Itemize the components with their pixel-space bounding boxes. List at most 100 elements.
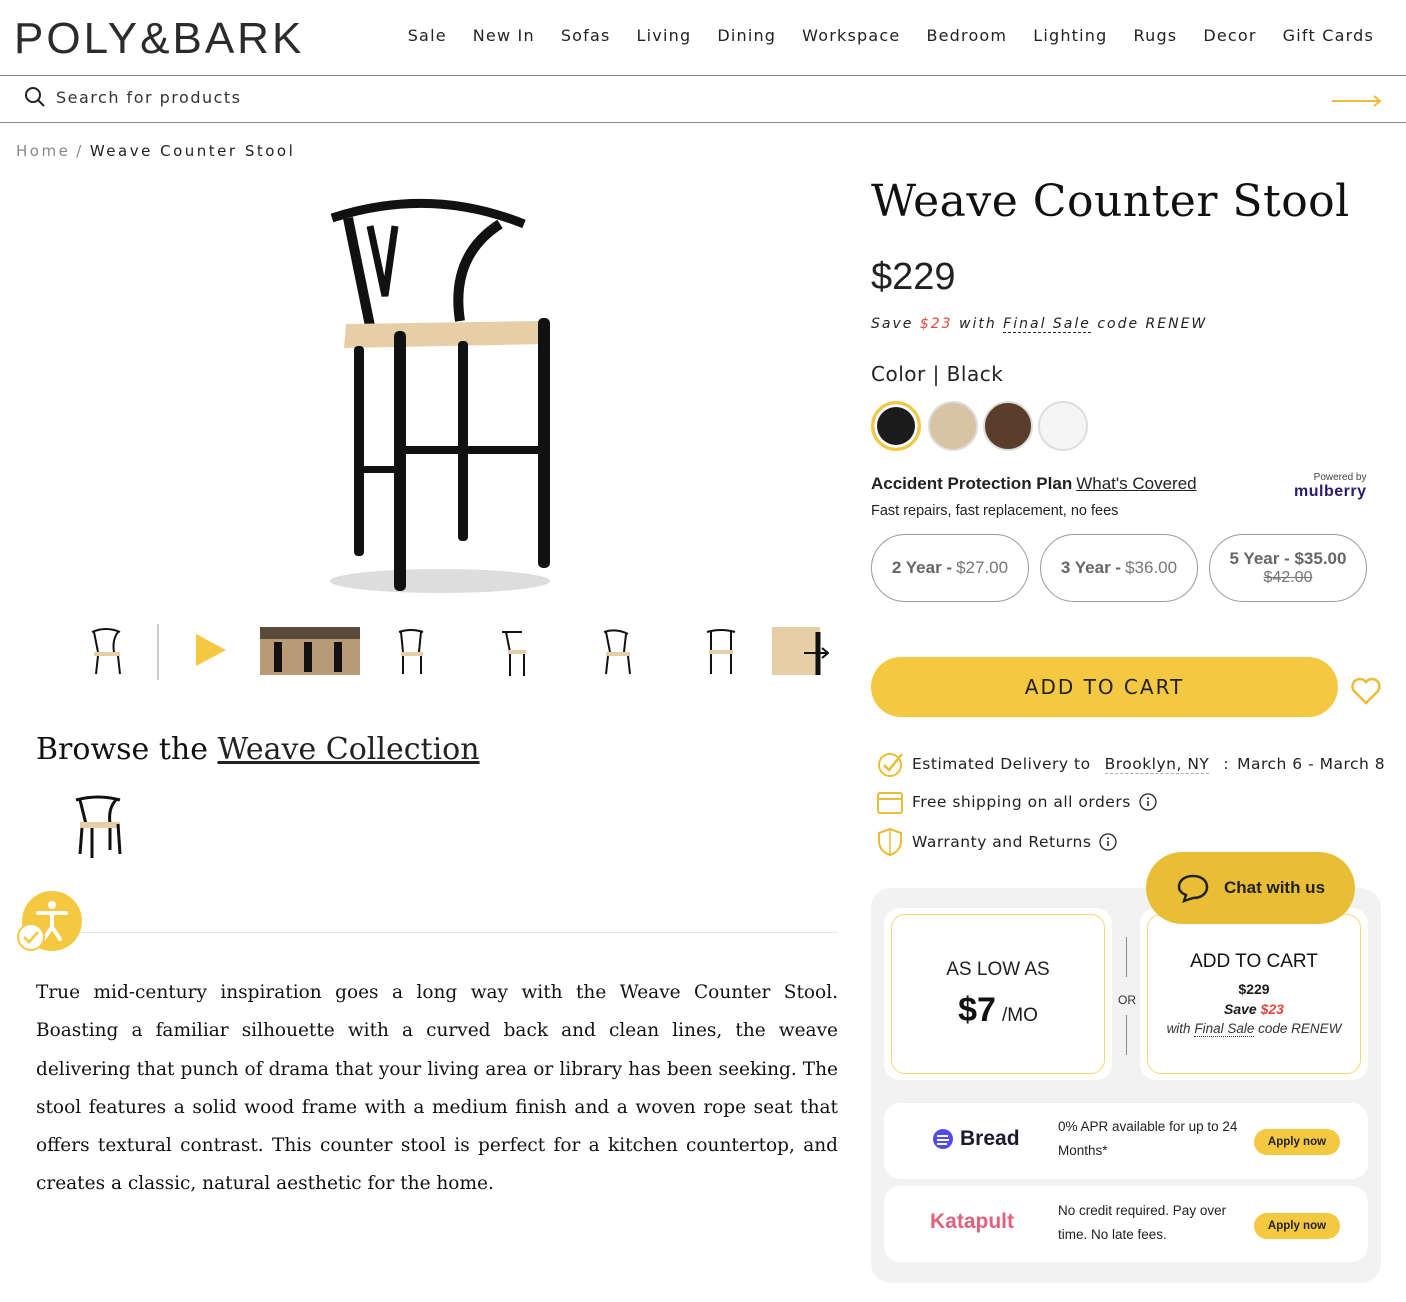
delivery-location[interactable]: Brooklyn, NY (1104, 755, 1210, 774)
nav-rugs[interactable]: Rugs (1134, 26, 1178, 45)
nav-workspace[interactable]: Workspace (802, 26, 900, 45)
color-label: Color | Black (871, 362, 1004, 386)
katapult-text: No credit required. Pay over time. No la… (1058, 1203, 1227, 1242)
thumbnail-angle-2[interactable] (603, 629, 631, 675)
protection-plan-option[interactable]: 2 Year - $27.00 (871, 534, 1029, 602)
natural-swatch[interactable] (928, 401, 978, 451)
chat-label: Chat with us (1223, 878, 1326, 897)
plan-term: 5 Year - $35.00 (1229, 549, 1347, 568)
promo-amount: $23 (919, 316, 953, 332)
box-icon (877, 792, 903, 814)
browse-prefix: Browse the (36, 732, 208, 767)
delivery-colon: : (1223, 755, 1230, 773)
search-bar[interactable]: Search for products (24, 86, 242, 108)
brand-logo[interactable]: POLY&BARK (14, 14, 304, 64)
protection-subtitle: Fast repairs, fast replacement, no fees (871, 503, 1119, 519)
nav-sale[interactable]: Sale (408, 26, 447, 45)
chat-bubble-icon (1177, 874, 1209, 903)
plan-price: $27.00 (956, 558, 1009, 577)
whats-covered-link[interactable]: What's Covered (1076, 474, 1196, 493)
bread-name: Bread (960, 1127, 1020, 1150)
add-to-cart-button[interactable]: ADD TO CART (871, 657, 1338, 717)
walnut-swatch[interactable] (983, 401, 1033, 451)
search-divider (0, 122, 1406, 123)
nav-living[interactable]: Living (637, 26, 692, 45)
thumbnail-front[interactable] (91, 628, 121, 675)
thumbnail-strip-graphic (91, 624, 830, 680)
nav-decor[interactable]: Decor (1203, 26, 1256, 45)
search-icon (25, 87, 45, 107)
delivery-estimate: Estimated Delivery to Brooklyn, NY: March … (876, 750, 1385, 778)
finance-atc-price: $229 (1238, 981, 1270, 997)
promo-code-link[interactable]: Final Sale (1003, 316, 1091, 333)
finance-save: Save $23 (1148, 1001, 1360, 1017)
promo-suffix: code RENEW (1097, 316, 1208, 332)
verified-check-icon (17, 923, 45, 951)
nav-sofas[interactable]: Sofas (561, 26, 611, 45)
delivery-dates: March 6 - March 8 (1237, 755, 1386, 773)
nav-gift-cards[interactable]: Gift Cards (1283, 26, 1374, 45)
breadcrumb-current: Weave Counter Stool (89, 142, 296, 160)
thumbnail-strip (84, 622, 830, 686)
protection-plan-option[interactable]: 3 Year - $36.00 (1040, 534, 1198, 602)
plan-term: 2 Year - (891, 558, 953, 577)
collection-item-thumbnail[interactable] (72, 794, 126, 860)
product-image[interactable] (310, 196, 570, 600)
white-swatch[interactable] (1038, 401, 1088, 451)
mulberry-wordmark: mulberry (1294, 483, 1367, 500)
play-video-icon[interactable] (196, 634, 226, 666)
section-divider (36, 932, 838, 933)
product-title: Weave Counter Stool (871, 176, 1350, 227)
nav-new-in[interactable]: New In (473, 26, 535, 45)
wishlist-heart-icon[interactable] (1350, 676, 1382, 706)
thumbnail-side[interactable] (502, 631, 526, 676)
info-icon[interactable] (1099, 833, 1118, 851)
chat-button[interactable]: Chat with us (1146, 852, 1355, 924)
breadcrumb-home[interactable]: Home (16, 142, 70, 160)
bread-logo: Bread (932, 1127, 1020, 1151)
thumbnail-back[interactable] (706, 629, 736, 674)
katapult-financing-row: Katapult No credit required. Pay over ti… (884, 1186, 1368, 1262)
plan-term: 3 Year - (1060, 558, 1122, 577)
thumbnail-angle-1[interactable] (398, 629, 424, 674)
mulberry-logo: Powered by mulberry (1294, 472, 1366, 501)
finance-save-amount: $23 (1260, 1001, 1284, 1017)
or-line-bottom (1126, 1015, 1127, 1055)
as-low-as-label: AS LOW AS (946, 959, 1050, 980)
thumbnail-detail[interactable] (772, 627, 820, 675)
breadcrumb-sep: / (76, 142, 84, 160)
browse-collection: Browse the Weave Collection (36, 732, 480, 767)
breadcrumb: Home / Weave Counter Stool (16, 142, 295, 160)
as-low-as-card[interactable]: AS LOW AS $7/MO (884, 908, 1112, 1080)
black-swatch[interactable] (871, 401, 921, 451)
warranty-returns: Warranty and Returns (876, 827, 1118, 857)
plan-old-price: $42.00 (1263, 569, 1313, 586)
info-icon[interactable] (1139, 793, 1157, 811)
header-divider (0, 75, 1406, 76)
bread-apply-button[interactable]: Apply now (1254, 1129, 1340, 1155)
product-description: True mid-century inspiration goes a long… (36, 982, 838, 1195)
finance-add-to-cart-card[interactable]: ADD TO CART $229 Save $23 with Final Sal… (1140, 908, 1368, 1080)
weave-collection-link[interactable]: Weave Collection (218, 732, 480, 767)
warranty-text[interactable]: Warranty and Returns (912, 833, 1091, 851)
nav-lighting[interactable]: Lighting (1033, 26, 1107, 45)
or-line-top (1126, 937, 1127, 977)
nav-dining[interactable]: Dining (717, 26, 776, 45)
nav-bedroom[interactable]: Bedroom (926, 26, 1007, 45)
arrow-right-icon[interactable] (1332, 94, 1382, 108)
bread-icon (933, 1129, 953, 1149)
plan-price: $36.00 (1125, 558, 1178, 577)
finance-code-link[interactable]: Final Sale (1194, 1021, 1255, 1037)
search-input[interactable]: Search for products (56, 88, 242, 107)
protection-plan-title: Accident Protection Plan What's Covered (871, 474, 1197, 494)
free-shipping: Free shipping on all orders (876, 789, 1157, 815)
finance-save-prefix: Save (1224, 1001, 1257, 1017)
finance-atc-label: ADD TO CART (1190, 951, 1318, 972)
shipping-text: Free shipping on all orders (912, 793, 1131, 811)
promo-text: Save $23 with Final Sale code RENEW (871, 316, 1208, 333)
katapult-apply-button[interactable]: Apply now (1254, 1213, 1340, 1239)
protection-plan-option[interactable]: 5 Year - $35.00 $42.00 (1209, 534, 1367, 602)
delivery-label: Estimated Delivery to (912, 755, 1091, 773)
bread-text: 0% APR available for up to 24 Months* (1058, 1119, 1238, 1158)
promo-save: Save (871, 316, 914, 332)
